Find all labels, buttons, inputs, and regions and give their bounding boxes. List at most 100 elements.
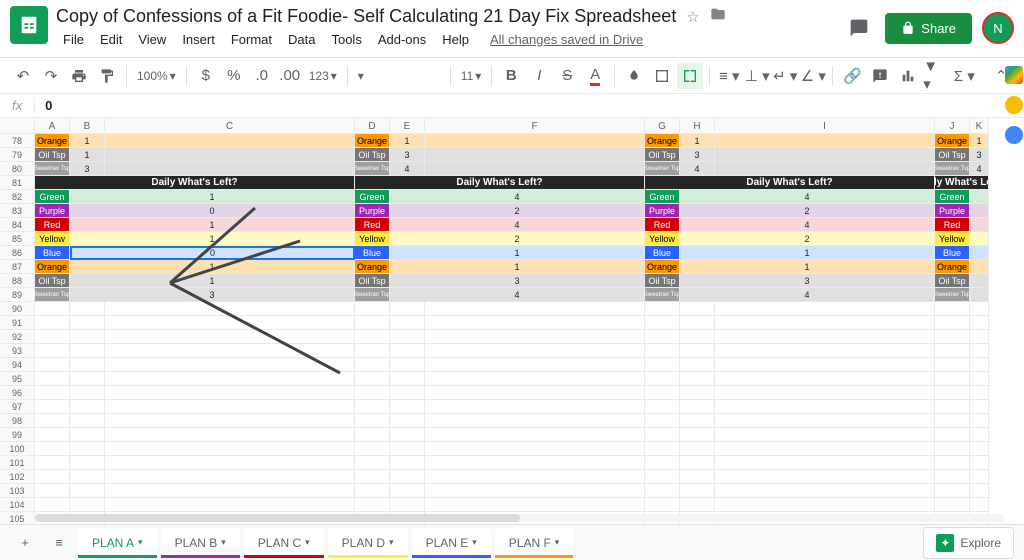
- cell[interactable]: [425, 470, 645, 484]
- cell[interactable]: [935, 414, 970, 428]
- row-header-83[interactable]: 83: [0, 204, 34, 218]
- cell[interactable]: [390, 372, 425, 386]
- row-header-86[interactable]: 86: [0, 246, 34, 260]
- cell[interactable]: [105, 414, 355, 428]
- folder-icon[interactable]: [710, 6, 726, 27]
- cell[interactable]: [105, 372, 355, 386]
- cell[interactable]: Sweetner Tsp: [355, 288, 390, 302]
- data-cell[interactable]: 2: [390, 204, 645, 218]
- cell[interactable]: [35, 484, 70, 498]
- merge-button[interactable]: [677, 63, 703, 89]
- cell[interactable]: [645, 498, 680, 512]
- cell[interactable]: [70, 456, 105, 470]
- cell[interactable]: [35, 372, 70, 386]
- cell[interactable]: [645, 428, 680, 442]
- cell[interactable]: [355, 456, 390, 470]
- cell[interactable]: [355, 358, 390, 372]
- cell[interactable]: Yellow: [645, 232, 680, 246]
- cell[interactable]: [645, 400, 680, 414]
- cell[interactable]: Oil Tsp: [355, 274, 390, 288]
- borders-button[interactable]: [649, 63, 675, 89]
- cell[interactable]: 4: [680, 162, 715, 176]
- cell[interactable]: [105, 456, 355, 470]
- fx-value[interactable]: 0: [35, 98, 52, 113]
- cell[interactable]: [970, 204, 989, 218]
- cell[interactable]: Sweetner Tsp: [645, 288, 680, 302]
- cell[interactable]: [70, 316, 105, 330]
- cell[interactable]: [390, 316, 425, 330]
- cell[interactable]: [715, 372, 935, 386]
- cell[interactable]: [105, 358, 355, 372]
- cell[interactable]: Purple: [935, 204, 970, 218]
- cell[interactable]: [35, 428, 70, 442]
- rotate-button[interactable]: ∠ ▾: [800, 63, 826, 89]
- cell[interactable]: [680, 470, 715, 484]
- cell[interactable]: [105, 442, 355, 456]
- header-cell[interactable]: Daily What's Left?: [35, 176, 355, 190]
- cell[interactable]: [645, 316, 680, 330]
- cell[interactable]: [425, 330, 645, 344]
- cell[interactable]: [35, 330, 70, 344]
- cell[interactable]: [105, 302, 355, 316]
- cell[interactable]: [355, 498, 390, 512]
- col-header-A[interactable]: A: [35, 118, 70, 134]
- cell[interactable]: [425, 484, 645, 498]
- cell[interactable]: Blue: [645, 246, 680, 260]
- cell[interactable]: [715, 428, 935, 442]
- cell[interactable]: [680, 302, 715, 316]
- cell[interactable]: [645, 386, 680, 400]
- cell[interactable]: Sweetner Tsp: [35, 288, 70, 302]
- cell[interactable]: Purple: [35, 204, 70, 218]
- cell[interactable]: [390, 414, 425, 428]
- cell[interactable]: Blue: [355, 246, 390, 260]
- wrap-button[interactable]: ↵ ▾: [772, 63, 798, 89]
- row-headers[interactable]: 7879808182838485868788899091929394959697…: [0, 134, 35, 526]
- cell[interactable]: [970, 274, 989, 288]
- cell[interactable]: [70, 358, 105, 372]
- cell[interactable]: [970, 372, 989, 386]
- col-header-I[interactable]: I: [715, 118, 935, 134]
- cell[interactable]: Orange: [645, 260, 680, 274]
- cell[interactable]: Orange: [355, 134, 390, 148]
- cell[interactable]: [970, 218, 989, 232]
- menu-insert[interactable]: Insert: [175, 29, 222, 50]
- cell[interactable]: [105, 344, 355, 358]
- cell[interactable]: [970, 316, 989, 330]
- col-header-H[interactable]: H: [680, 118, 715, 134]
- data-cell[interactable]: 1: [390, 246, 645, 260]
- italic-button[interactable]: I: [526, 63, 552, 89]
- cell[interactable]: [935, 456, 970, 470]
- cell[interactable]: 3: [390, 148, 425, 162]
- cell[interactable]: Oil Tsp: [35, 274, 70, 288]
- cell[interactable]: [70, 344, 105, 358]
- cell[interactable]: 1: [390, 134, 425, 148]
- cell[interactable]: [970, 386, 989, 400]
- cell[interactable]: [425, 134, 645, 148]
- cell[interactable]: [680, 442, 715, 456]
- cell[interactable]: Red: [355, 218, 390, 232]
- explore-button[interactable]: ✦ Explore: [923, 527, 1014, 559]
- row-header-92[interactable]: 92: [0, 330, 34, 344]
- cell[interactable]: [645, 344, 680, 358]
- data-cell[interactable]: 3: [680, 274, 935, 288]
- paint-format-button[interactable]: [94, 63, 120, 89]
- cell[interactable]: [935, 358, 970, 372]
- cell[interactable]: 3: [970, 148, 989, 162]
- cell[interactable]: Orange: [935, 134, 970, 148]
- data-cell[interactable]: 1: [680, 260, 935, 274]
- col-header-E[interactable]: E: [390, 118, 425, 134]
- data-cell[interactable]: 4: [390, 190, 645, 204]
- row-header-84[interactable]: 84: [0, 218, 34, 232]
- cell[interactable]: [105, 316, 355, 330]
- cell[interactable]: [70, 484, 105, 498]
- cell[interactable]: [35, 400, 70, 414]
- menu-format[interactable]: Format: [224, 29, 279, 50]
- data-cell[interactable]: 4: [390, 218, 645, 232]
- cell[interactable]: [70, 330, 105, 344]
- cell[interactable]: [105, 498, 355, 512]
- row-header-93[interactable]: 93: [0, 344, 34, 358]
- cell[interactable]: [390, 344, 425, 358]
- cell[interactable]: [355, 484, 390, 498]
- cell[interactable]: [390, 358, 425, 372]
- cell[interactable]: [680, 386, 715, 400]
